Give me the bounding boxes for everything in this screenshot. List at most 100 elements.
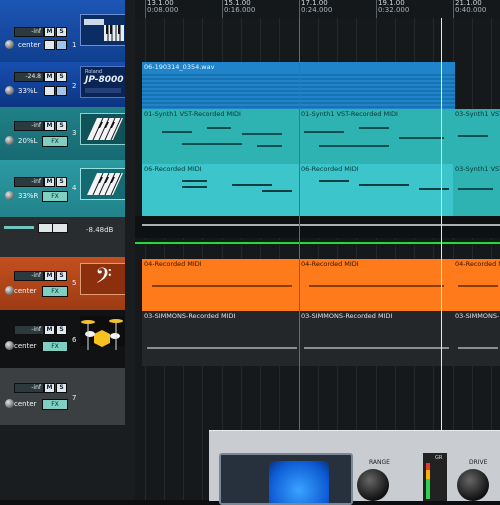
midi-clip[interactable]: 04-Recorded MIDI	[299, 259, 453, 311]
range-label: RANGE	[369, 459, 390, 466]
pan-value: 20%L	[18, 137, 38, 145]
midi-clip[interactable]: 01-Synth1 VST-Recorded MIDI	[299, 109, 453, 164]
drive-label: DRIVE	[469, 459, 488, 466]
pan-value: center	[18, 41, 41, 49]
track-number: 7	[72, 394, 77, 402]
track-header-5[interactable]: -inf M S center FX 5 𝄢	[0, 257, 125, 310]
gain-reduction-meter: GR	[423, 453, 447, 501]
solo-button[interactable]: S	[56, 121, 67, 131]
ruler-tick	[376, 0, 377, 18]
vu-meter	[269, 461, 329, 503]
ruler-mark: 17.1.00 0:24.000	[301, 0, 333, 14]
bus-volume-value: -8.48dB	[86, 226, 114, 234]
roland-jp8000-image: Roland JP-8000	[80, 66, 125, 98]
clip-label: 06-190314_0354.wav	[144, 63, 215, 71]
midi-clip[interactable]: 04-Recorded MIDI	[453, 259, 500, 311]
track-number: 1	[72, 41, 77, 49]
track-number: 6	[72, 336, 77, 344]
pan-value: center	[14, 400, 37, 408]
volume-display[interactable]: -inf	[14, 325, 44, 335]
level-meter	[4, 226, 34, 229]
mute-button[interactable]: M	[44, 27, 55, 37]
fx-button[interactable]: FX	[42, 286, 68, 297]
range-knob[interactable]	[357, 469, 389, 501]
track-number: 3	[72, 129, 77, 137]
pan-knob[interactable]	[5, 40, 14, 49]
ruler-mark: 21.1.00 0:40.000	[455, 0, 487, 14]
midi-clip[interactable]: 03-SIMMONS-Reco	[453, 311, 500, 366]
pan-knob[interactable]	[5, 191, 14, 200]
volume-display[interactable]: -24.8	[14, 72, 44, 82]
mute-button[interactable]: M	[44, 121, 55, 131]
mute-button[interactable]: M	[44, 72, 55, 82]
bus-track-header[interactable]: -8.48dB	[0, 217, 125, 257]
midi-clip[interactable]: 03-Synth1 VST	[453, 164, 500, 216]
midi-clip[interactable]: 01-Synth1 VST-Recorded MIDI	[142, 109, 299, 164]
pan-knob[interactable]	[5, 341, 14, 350]
volume-display[interactable]: -inf	[14, 121, 44, 131]
pan-knob[interactable]	[5, 86, 14, 95]
bass-clef-icon: 𝄢	[80, 263, 125, 295]
ruler-tick	[145, 0, 146, 18]
ruler-mark: 15.1.00 0:16.000	[224, 0, 256, 14]
midi-clip[interactable]: 03-Synth1 VST-Recorded MIDI	[453, 109, 500, 164]
fx-button[interactable]: FX	[42, 136, 68, 147]
fx-button[interactable]: FX	[42, 399, 68, 410]
synth-keyboard-icon	[80, 14, 125, 46]
arrange-view[interactable]: 06-190314_0354.wav 01-Synth1 VST-Recorde…	[135, 18, 500, 500]
volume-display[interactable]: -inf	[14, 177, 44, 187]
mute-button[interactable]: M	[44, 383, 55, 393]
playhead-cursor[interactable]	[299, 18, 300, 500]
plugin-window[interactable]: RANGE GR DRIVE	[209, 430, 500, 505]
mute-button[interactable]: M	[44, 325, 55, 335]
solo-button[interactable]: S	[56, 27, 67, 37]
drive-knob[interactable]	[457, 469, 489, 501]
track-number: 4	[72, 184, 77, 192]
monitor-button[interactable]	[56, 40, 67, 50]
track-number: 5	[72, 279, 77, 287]
record-arm-button[interactable]	[44, 40, 55, 50]
record-arm-button[interactable]	[44, 86, 55, 96]
volume-display[interactable]: -inf	[14, 271, 44, 281]
monitor-button[interactable]	[56, 86, 67, 96]
fx-button[interactable]: FX	[42, 341, 68, 352]
midi-clip[interactable]: 04-Recorded MIDI	[142, 259, 299, 311]
track-header-1[interactable]: -inf M S center 1	[0, 0, 125, 62]
midi-clip[interactable]: 03-SIMMONS-Recorded MIDI	[142, 311, 299, 366]
track-header-3[interactable]: -inf M S 20%L FX 3	[0, 107, 125, 160]
track-headers-panel: -inf M S center 1 -24.8 M S 33%L 2 Rolan…	[0, 0, 135, 500]
volume-display[interactable]: -inf	[14, 383, 44, 393]
solo-button[interactable]: S	[56, 72, 67, 82]
volume-display[interactable]: -inf	[14, 27, 44, 37]
midi-clip[interactable]: 06-Recorded MIDI	[142, 164, 299, 216]
track-header-7[interactable]: -inf M S center FX 7	[0, 368, 125, 425]
track-header-6[interactable]: -inf M S center FX 6	[0, 310, 125, 368]
mute-button[interactable]: M	[44, 177, 55, 187]
bus-button[interactable]	[52, 223, 68, 233]
vu-meter-panel	[219, 453, 353, 505]
mute-button[interactable]: M	[44, 271, 55, 281]
track-header-2[interactable]: -24.8 M S 33%L 2 Roland JP-8000	[0, 62, 125, 107]
pan-value: center	[14, 287, 37, 295]
fx-button[interactable]: FX	[42, 191, 68, 202]
track-header-4[interactable]: -inf M S 33%R FX 4	[0, 160, 125, 217]
loop-end-marker[interactable]	[441, 18, 442, 500]
midi-clip[interactable]: 06-Recorded MIDI	[299, 164, 453, 216]
ruler-tick	[453, 0, 454, 18]
solo-button[interactable]: S	[56, 177, 67, 187]
pan-value: 33%R	[18, 192, 39, 200]
ruler-mark: 19.1.00 0:32.000	[378, 0, 410, 14]
solo-button[interactable]: S	[56, 383, 67, 393]
automation-lane	[135, 240, 500, 245]
solo-button[interactable]: S	[56, 271, 67, 281]
timeline-ruler[interactable]: 13.1.00 0:08.000 15.1.00 0:16.000 17.1.00 0…	[135, 0, 500, 19]
pan-knob[interactable]	[5, 136, 14, 145]
solo-button[interactable]: S	[56, 325, 67, 335]
pan-value: 33%L	[18, 87, 38, 95]
midi-clip[interactable]: 03-SIMMONS-Recorded MIDI	[299, 311, 453, 366]
pan-knob[interactable]	[5, 399, 14, 408]
bus-lane	[135, 216, 500, 238]
ruler-tick	[222, 0, 223, 18]
ruler-tick	[299, 0, 300, 18]
pan-knob[interactable]	[5, 286, 14, 295]
